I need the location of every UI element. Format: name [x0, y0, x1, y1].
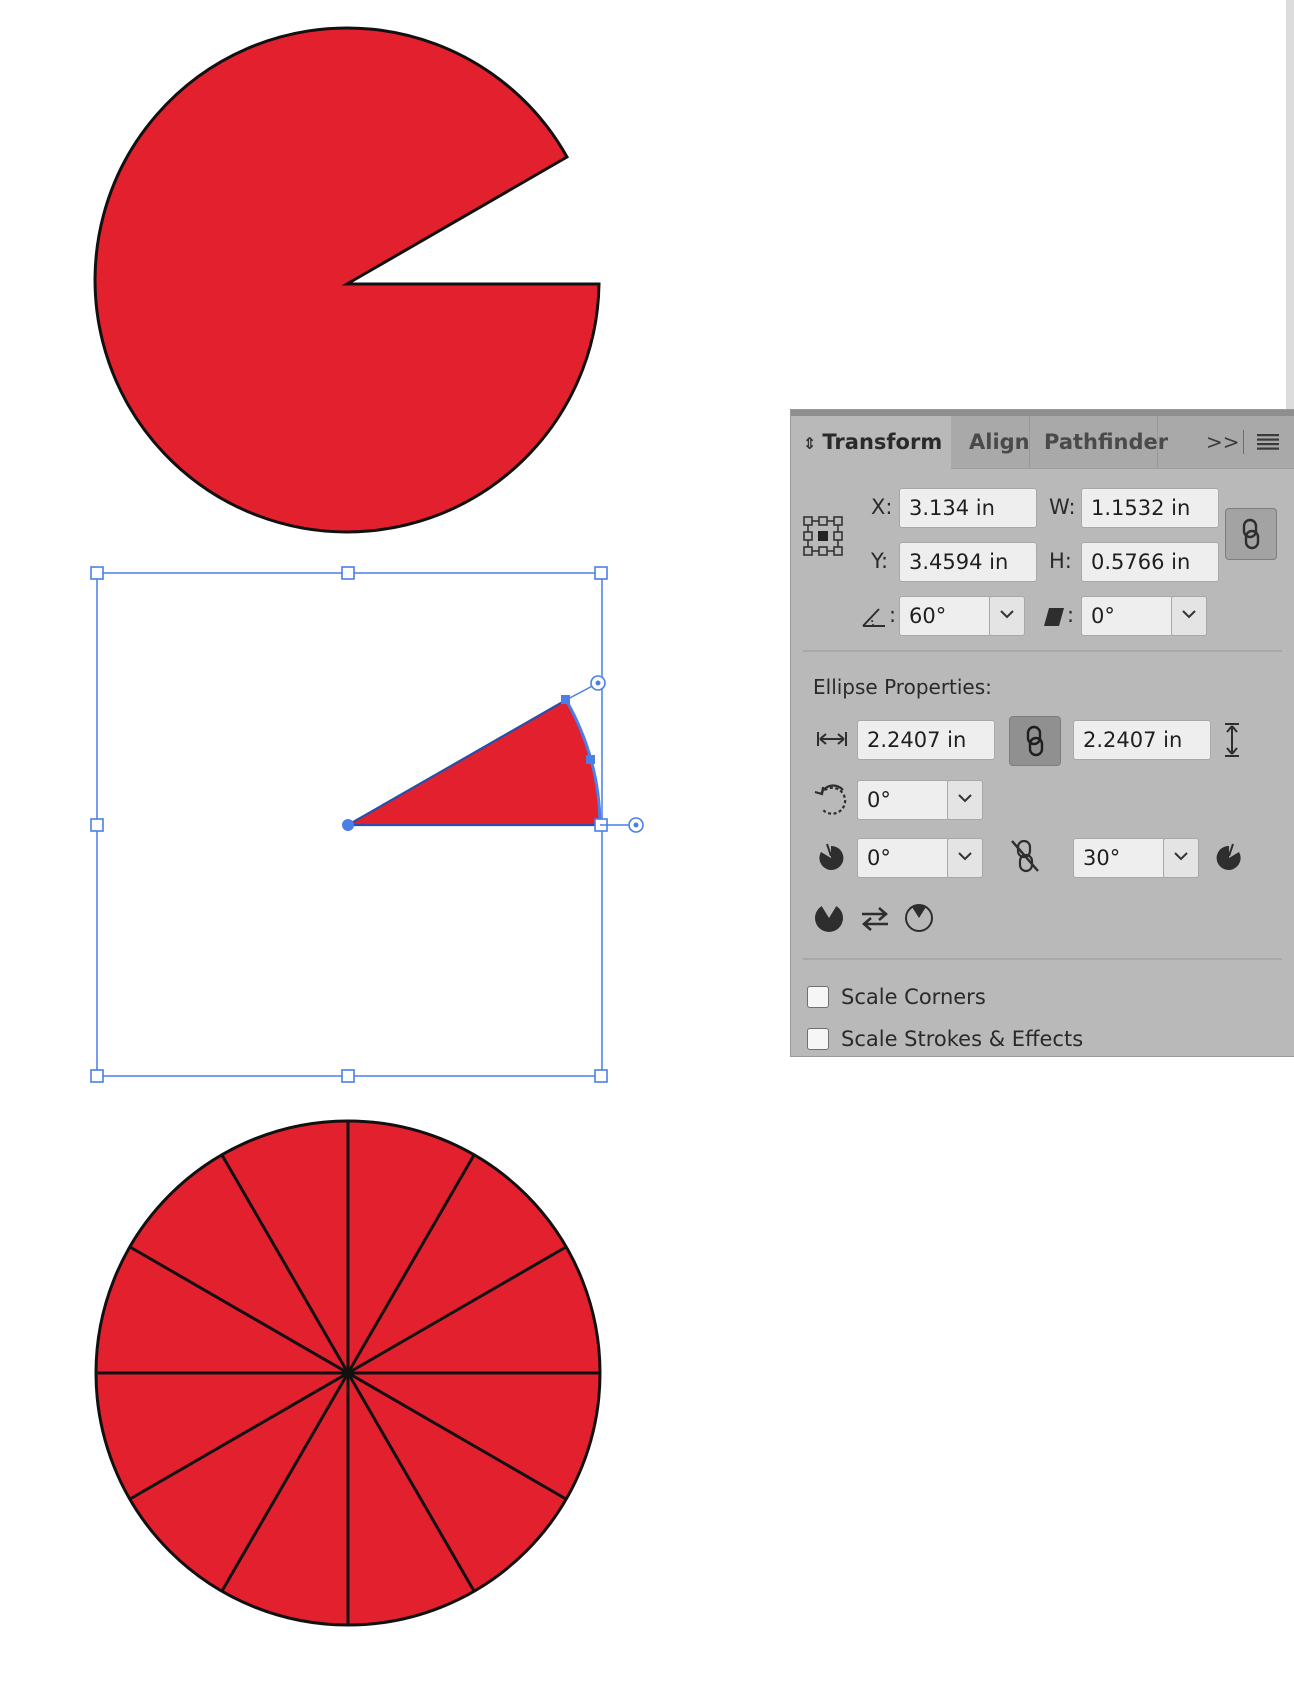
x-label: X:: [871, 495, 893, 519]
tab-transform[interactable]: ⇕ Transform: [791, 416, 951, 469]
pie-start-angle-icon: [819, 843, 844, 870]
tab-divider: [1243, 430, 1244, 454]
pie-start-angle-field[interactable]: 0°: [857, 838, 949, 878]
chevron-down-icon: [958, 852, 972, 861]
transform-panel: ⇕ Transform Align Pathfinder >> X: 3.134…: [790, 409, 1294, 1057]
section-divider: [803, 958, 1282, 960]
ellipse-height-field[interactable]: 2.2407 in: [1073, 720, 1211, 760]
height-arrows-icon: [1225, 723, 1239, 757]
width-arrows-icon: [817, 732, 847, 746]
h-field[interactable]: 0.5766 in: [1081, 542, 1219, 582]
y-label: Y:: [871, 549, 889, 573]
tab-divider: [1157, 416, 1158, 468]
pie-end-angle-icon: [1216, 843, 1241, 870]
scale-strokes-checkbox[interactable]: [807, 1028, 829, 1050]
window-edge: [1286, 0, 1294, 415]
scale-strokes-label: Scale Strokes & Effects: [841, 1027, 1084, 1051]
ellipse-properties-heading: Ellipse Properties:: [813, 675, 992, 699]
angle-dropdown-button[interactable]: [989, 596, 1025, 636]
w-field[interactable]: 1.1532 in: [1081, 488, 1219, 528]
constrain-proportions-button[interactable]: [1225, 508, 1277, 560]
segmented-pie-shape[interactable]: [94, 1119, 602, 1627]
tab-divider: [1029, 416, 1030, 468]
pie-solid-icon[interactable]: [813, 902, 845, 934]
panel-overflow-button[interactable]: >>: [1206, 416, 1240, 468]
ellipse-constrain-button[interactable]: [1009, 716, 1061, 766]
reference-point-icon[interactable]: [802, 515, 844, 557]
panel-menu-button[interactable]: [1257, 416, 1279, 468]
center-anchor[interactable]: [342, 819, 354, 831]
pie-wedge-shape[interactable]: [343, 698, 602, 827]
pie-end-dropdown-button[interactable]: [1163, 838, 1199, 878]
angle-colon: :: [889, 603, 897, 627]
w-label: W:: [1049, 495, 1076, 519]
pie-end-angle-field[interactable]: 30°: [1073, 838, 1165, 878]
pie-start-dropdown-button[interactable]: [947, 838, 983, 878]
double-chevron-icon: >>: [1206, 430, 1240, 454]
shear-dropdown-button[interactable]: [1171, 596, 1207, 636]
collapse-arrows-icon[interactable]: ⇕: [803, 434, 816, 453]
ellipse-rotate-icon: [814, 784, 847, 815]
shear-icon: [1044, 608, 1064, 626]
link-icon: [1242, 518, 1260, 550]
hamburger-menu-icon: [1257, 434, 1279, 450]
swap-arrows-icon[interactable]: [859, 906, 891, 932]
invert-pie-icon[interactable]: [903, 902, 935, 934]
ellipse-rotation-field[interactable]: 0°: [857, 780, 949, 820]
shear-field[interactable]: 0°: [1081, 596, 1173, 636]
rotate-angle-icon: [862, 608, 885, 627]
chevron-down-icon: [1182, 610, 1196, 619]
shear-colon: :: [1067, 603, 1075, 627]
unlink-pie-angles-icon[interactable]: [1009, 838, 1041, 874]
x-field[interactable]: 3.134 in: [899, 488, 1037, 528]
pie-shape-open[interactable]: [93, 26, 601, 534]
tab-pathfinder-label: Pathfinder: [1044, 430, 1169, 454]
selected-pie-wedge[interactable]: [90, 566, 644, 1083]
chevron-down-icon: [958, 794, 972, 803]
chevron-down-icon: [1000, 610, 1014, 619]
h-label: H:: [1049, 549, 1072, 573]
link-icon: [1026, 725, 1044, 757]
section-divider: [803, 650, 1282, 652]
scale-corners-checkbox[interactable]: [807, 986, 829, 1008]
chevron-down-icon: [1174, 852, 1188, 861]
ellipse-width-field[interactable]: 2.2407 in: [857, 720, 995, 760]
tab-pathfinder[interactable]: Pathfinder: [1044, 416, 1168, 468]
panel-tab-bar: ⇕ Transform Align Pathfinder >>: [791, 416, 1294, 469]
y-field[interactable]: 3.4594 in: [899, 542, 1037, 582]
tab-align-label: Align: [969, 430, 1030, 454]
angle-field[interactable]: 60°: [899, 596, 991, 636]
tab-transform-label: Transform: [822, 430, 943, 454]
rotation-dropdown-button[interactable]: [947, 780, 983, 820]
scale-corners-label: Scale Corners: [841, 985, 986, 1009]
